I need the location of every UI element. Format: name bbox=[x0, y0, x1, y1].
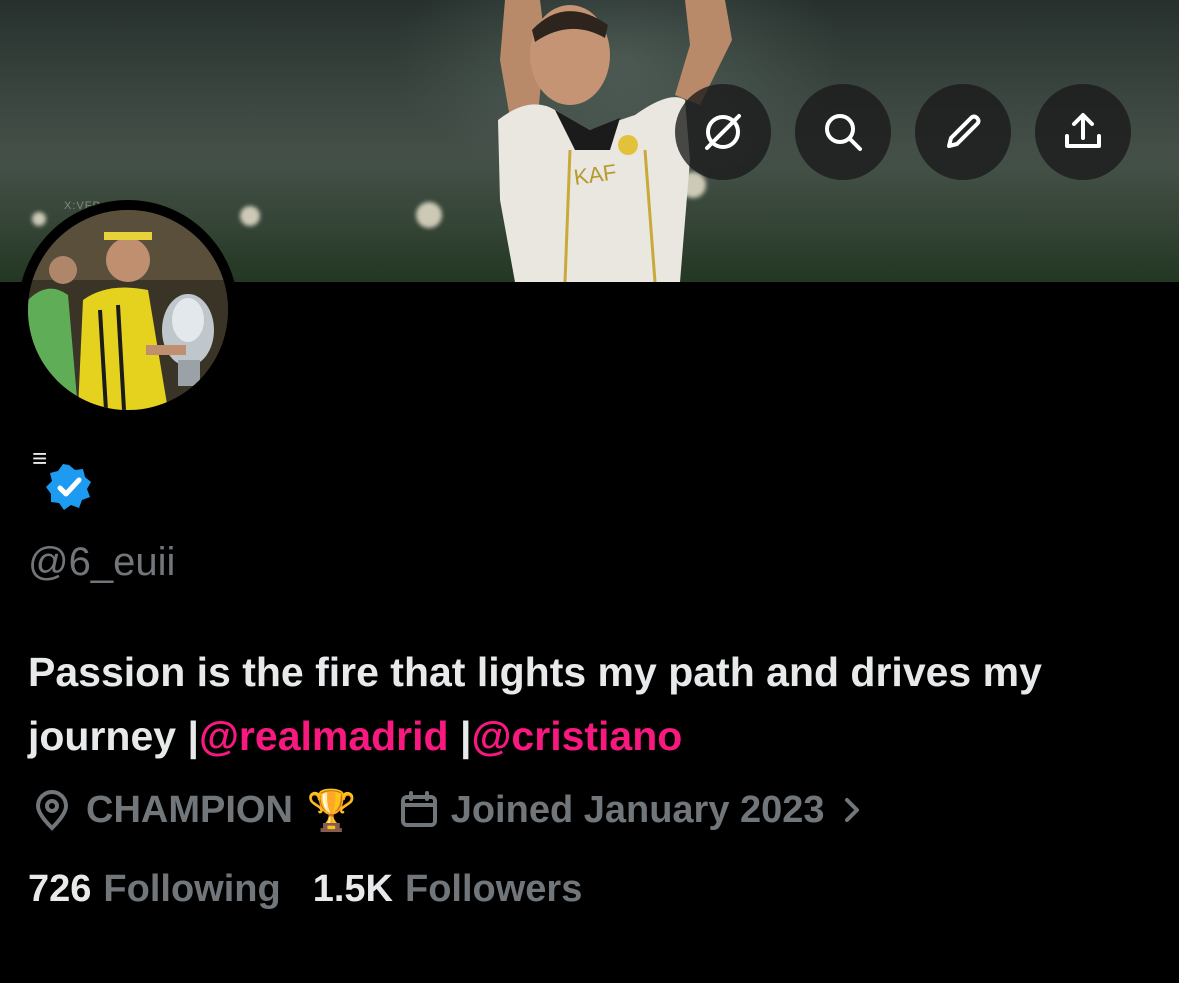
share-icon bbox=[1065, 113, 1101, 148]
joined-item[interactable]: Joined January 2023 bbox=[397, 788, 865, 832]
following-count: 726 bbox=[28, 868, 92, 910]
grok-button[interactable] bbox=[675, 84, 771, 180]
banner-light bbox=[240, 206, 260, 226]
avatar[interactable] bbox=[28, 210, 228, 410]
banner-light bbox=[416, 202, 442, 228]
profile-bio: Passion is the fire that lights my path … bbox=[28, 640, 1158, 768]
search-button[interactable] bbox=[795, 84, 891, 180]
followers-count: 1.5K bbox=[312, 868, 393, 910]
banner-light bbox=[32, 212, 46, 226]
chevron-right-icon bbox=[844, 798, 859, 822]
followers-link[interactable]: 1.5K Followers bbox=[313, 868, 583, 911]
search-icon bbox=[825, 114, 862, 151]
location-text: CHAMPION bbox=[86, 788, 293, 831]
following-label: Following bbox=[103, 868, 281, 910]
followers-label: Followers bbox=[404, 868, 583, 910]
grok-icon bbox=[705, 114, 741, 150]
share-button[interactable] bbox=[1035, 84, 1131, 180]
following-link[interactable]: 726 Following bbox=[28, 868, 281, 911]
joined-text: Joined January 2023 bbox=[450, 788, 825, 831]
edit-pencil-icon bbox=[947, 114, 981, 148]
calendar-icon bbox=[400, 791, 437, 827]
location-item: CHAMPION 🏆 bbox=[30, 787, 357, 834]
profile-handle: @6_euii bbox=[28, 540, 176, 584]
edit-button[interactable] bbox=[915, 84, 1011, 180]
profile-page: X:VFP KAF ≡ @6_euii Passion is the fire … bbox=[0, 0, 1179, 983]
mention-link-realmadrid[interactable]: @realmadrid bbox=[199, 713, 449, 759]
location-pin-icon bbox=[35, 790, 69, 831]
avatar-photo bbox=[28, 210, 228, 410]
bio-separator: | bbox=[448, 713, 472, 759]
verified-badge-icon bbox=[46, 464, 91, 510]
profile-stats: 726 Following 1.5K Followers bbox=[28, 868, 582, 911]
avatar-ring bbox=[18, 200, 238, 420]
mention-link-cristiano[interactable]: @cristiano bbox=[471, 713, 682, 759]
profile-meta: CHAMPION 🏆 Joined January 2023 bbox=[30, 780, 865, 840]
trophy-emoji-icon: 🏆 bbox=[306, 788, 357, 833]
